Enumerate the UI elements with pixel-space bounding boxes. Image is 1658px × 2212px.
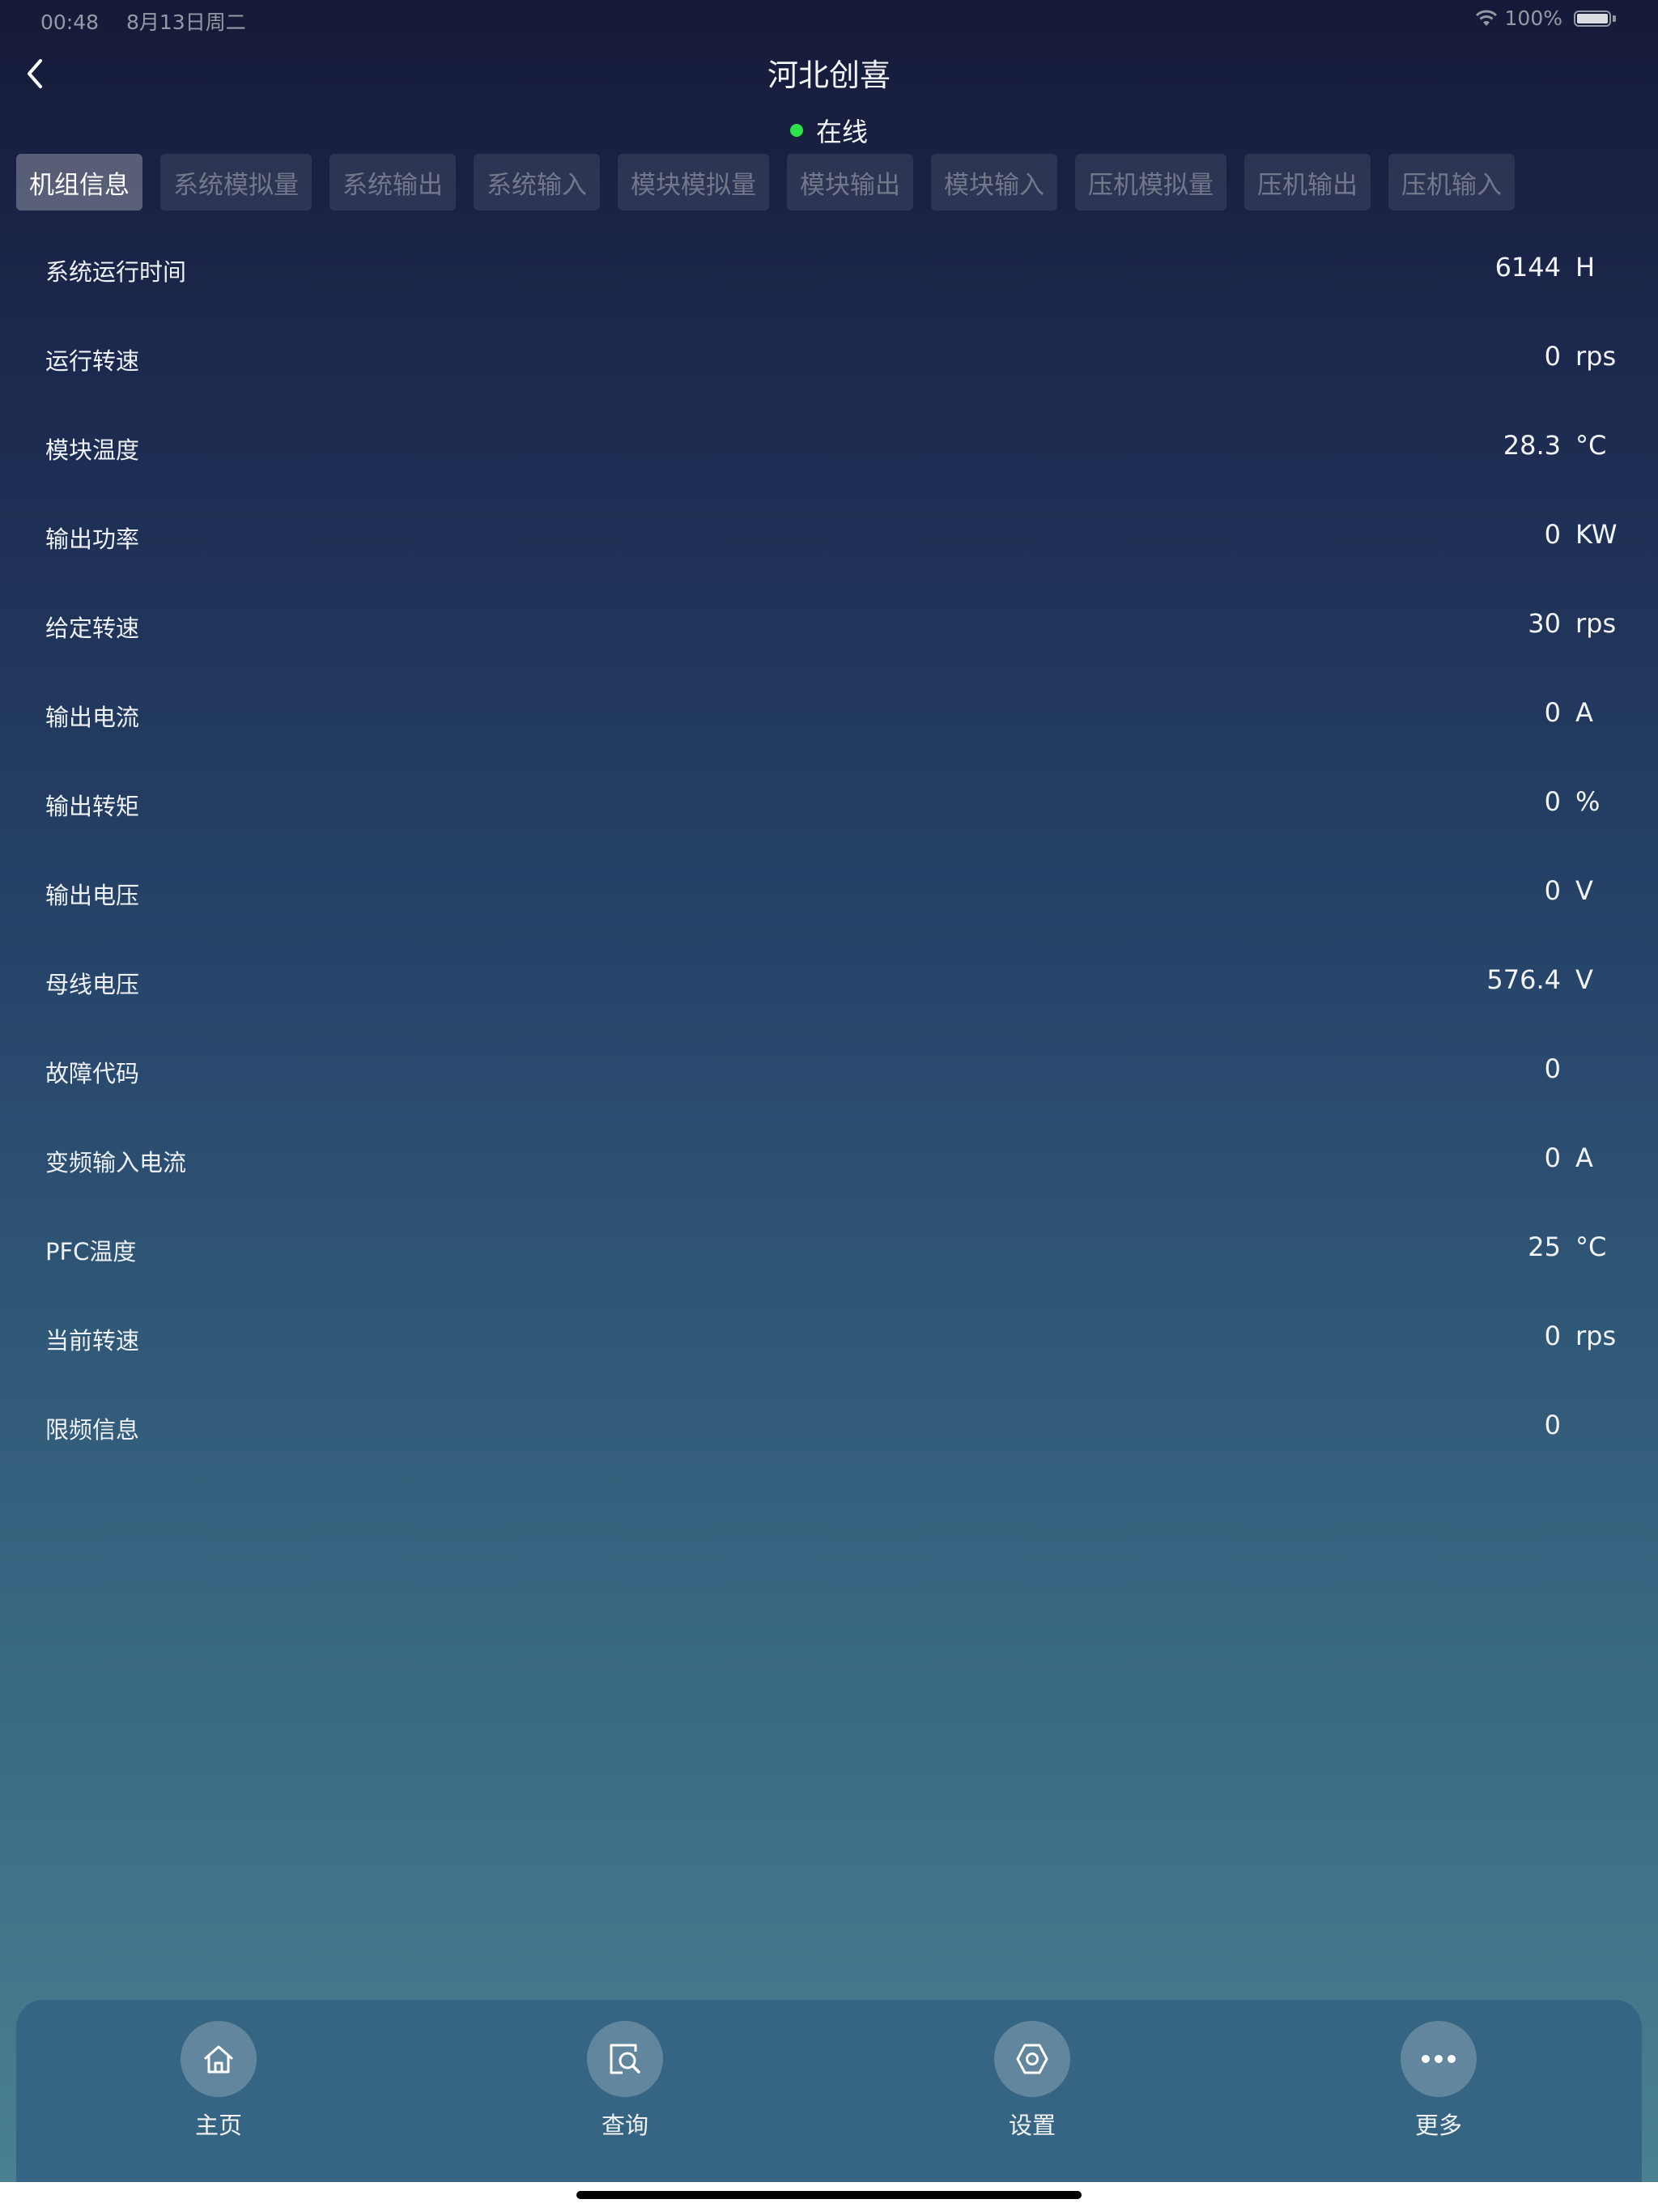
tab-module-input[interactable]: 模块输入 — [931, 154, 1057, 211]
row-label: 给定转速 — [45, 615, 140, 642]
tab-module-output[interactable]: 模块输出 — [787, 154, 913, 211]
row-value: 0 — [1544, 786, 1561, 817]
row-label: 限频信息 — [45, 1416, 140, 1444]
nav-home-label: 主页 — [194, 2112, 242, 2139]
row-value: 25 — [1528, 1231, 1561, 1262]
nav-more-label: 更多 — [1414, 2112, 1462, 2139]
list-item: 运行转速 0 rps — [0, 312, 1658, 401]
list-item: 限频信息 0 — [0, 1380, 1658, 1470]
row-label: 模块温度 — [45, 436, 140, 464]
row-label: 变频输入电流 — [45, 1149, 187, 1176]
row-unit: V — [1575, 964, 1593, 995]
row-label: 当前转速 — [45, 1327, 140, 1355]
row-label: 运行转速 — [45, 347, 140, 375]
tab-bar: 机组信息 系统模拟量 系统输出 系统输入 模块模拟量 模块输出 模块输入 压机模… — [16, 154, 1533, 211]
row-unit: KW — [1575, 519, 1618, 550]
row-value: 28.3 — [1503, 430, 1561, 461]
nav-settings[interactable]: 设置 — [951, 2021, 1113, 2141]
row-value: 0 — [1544, 1410, 1561, 1440]
tab-system-output[interactable]: 系统输出 — [329, 154, 456, 211]
status-right: 100% — [1474, 6, 1616, 30]
tab-compressor-analog[interactable]: 压机模拟量 — [1075, 154, 1226, 211]
settings-icon — [1016, 2044, 1048, 2074]
bottom-nav: 主页 查询 设置 更多 — [16, 2000, 1642, 2182]
tab-system-input[interactable]: 系统输入 — [474, 154, 600, 211]
row-value: 0 — [1544, 519, 1561, 550]
tab-compressor-output[interactable]: 压机输出 — [1244, 154, 1371, 211]
tab-system-analog[interactable]: 系统模拟量 — [160, 154, 312, 211]
row-value: 0 — [1544, 697, 1561, 728]
online-status-text: 在线 — [815, 117, 868, 147]
row-label: 母线电压 — [45, 971, 140, 998]
row-label: 输出功率 — [45, 525, 140, 553]
status-bar: 00:48 8月13日周二 100% — [0, 0, 1658, 39]
row-label: PFC温度 — [45, 1238, 137, 1266]
list-item: 模块温度 28.3 °C — [0, 401, 1658, 490]
row-label: 输出转矩 — [45, 793, 140, 820]
nav-query-circle — [587, 2021, 663, 2097]
list-item: 当前转速 0 rps — [0, 1291, 1658, 1380]
row-value: 576.4 — [1486, 964, 1561, 995]
row-label: 输出电压 — [45, 882, 140, 909]
row-value: 0 — [1544, 1321, 1561, 1351]
row-unit: V — [1575, 875, 1593, 906]
status-date: 8月13日周二 — [126, 11, 246, 34]
list-item: 系统运行时间 6144 H — [0, 223, 1658, 312]
tab-unit-info[interactable]: 机组信息 — [16, 154, 142, 211]
row-value: 0 — [1544, 875, 1561, 906]
row-value: 0 — [1544, 1142, 1561, 1173]
row-unit: A — [1575, 1142, 1593, 1173]
row-unit: °C — [1575, 430, 1607, 461]
battery-icon — [1574, 10, 1611, 27]
nav-query[interactable]: 查询 — [544, 2021, 706, 2141]
row-unit: % — [1575, 786, 1601, 817]
row-label: 输出电流 — [45, 704, 140, 731]
row-label: 系统运行时间 — [45, 258, 187, 286]
home-icon — [204, 2045, 233, 2074]
row-unit: rps — [1575, 341, 1617, 372]
list-item: 输出转矩 0 % — [0, 757, 1658, 846]
row-unit: rps — [1575, 1321, 1617, 1351]
home-indicator[interactable] — [576, 2191, 1082, 2199]
row-value: 6144 — [1494, 252, 1561, 283]
wifi-icon — [1475, 10, 1497, 26]
list-item: 母线电压 576.4 V — [0, 935, 1658, 1024]
data-list: 系统运行时间 6144 H 运行转速 0 rps 模块温度 28.3 °C 输出… — [0, 223, 1658, 1470]
nav-settings-circle — [994, 2021, 1070, 2097]
row-value: 0 — [1544, 1053, 1561, 1084]
query-icon — [610, 2044, 640, 2074]
list-item: PFC温度 25 °C — [0, 1202, 1658, 1291]
tab-compressor-input[interactable]: 压机输入 — [1388, 154, 1515, 211]
row-unit: H — [1575, 252, 1596, 283]
battery-percent: 100% — [1504, 6, 1562, 30]
list-item: 输出电流 0 A — [0, 668, 1658, 757]
online-dot-icon — [789, 124, 803, 137]
list-item: 给定转速 30 rps — [0, 579, 1658, 668]
row-unit: A — [1575, 697, 1593, 728]
list-item: 故障代码 0 — [0, 1024, 1658, 1113]
row-value: 30 — [1528, 608, 1561, 639]
nav-more[interactable]: 更多 — [1358, 2021, 1520, 2141]
tab-module-analog[interactable]: 模块模拟量 — [618, 154, 769, 211]
row-unit: rps — [1575, 608, 1617, 639]
nav-home[interactable]: 主页 — [138, 2021, 300, 2141]
list-item: 变频输入电流 0 A — [0, 1113, 1658, 1202]
more-icon — [1422, 2055, 1456, 2063]
nav-settings-label: 设置 — [1008, 2112, 1056, 2139]
online-status: 在线 — [0, 112, 1658, 149]
nav-query-label: 查询 — [601, 2112, 648, 2139]
row-label: 故障代码 — [45, 1060, 140, 1087]
status-time: 00:48 — [40, 11, 100, 34]
battery-nub — [1613, 15, 1616, 22]
nav-more-circle — [1401, 2021, 1477, 2097]
page-title: 河北创喜 — [767, 57, 891, 93]
row-unit: °C — [1575, 1231, 1607, 1262]
nav-home-circle — [181, 2021, 257, 2097]
row-value: 0 — [1544, 341, 1561, 372]
list-item: 输出电压 0 V — [0, 846, 1658, 935]
status-left: 00:48 8月13日周二 — [40, 6, 267, 36]
list-item: 输出功率 0 KW — [0, 490, 1658, 579]
